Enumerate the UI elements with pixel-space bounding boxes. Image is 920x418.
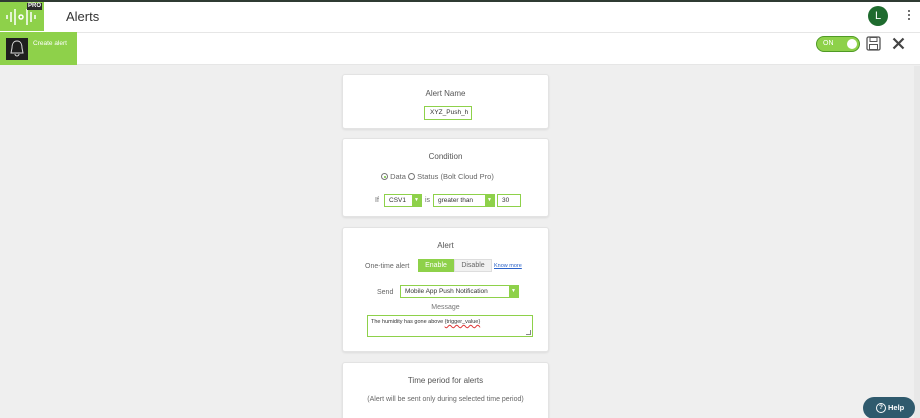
chevron-down-icon: ▼ <box>485 195 494 206</box>
save-icon[interactable] <box>866 36 881 51</box>
if-label: If <box>375 197 379 204</box>
alert-title: Alert <box>437 241 454 250</box>
chevron-down-icon: ▼ <box>509 286 518 297</box>
app-header <box>0 2 920 32</box>
time-period-title: Time period for alerts <box>407 376 484 385</box>
page-title: Alerts <box>66 9 100 24</box>
send-label: Send <box>377 289 394 296</box>
alert-card: Alert One-time alert Enable Disable Know… <box>342 227 549 352</box>
condition-title: Condition <box>428 152 463 161</box>
pro-badge: PRO <box>26 3 42 10</box>
time-period-card: Time period for alerts (Alert will be se… <box>342 362 549 418</box>
know-more-link[interactable]: Know more <box>494 263 522 269</box>
question-icon: ? <box>876 403 886 413</box>
message-text: The humidity has gone above <box>371 319 445 325</box>
variable-select[interactable]: CSV1 ▼ <box>384 194 422 207</box>
user-avatar[interactable]: L <box>868 6 888 26</box>
operator-value: greater than <box>438 197 474 204</box>
condition-card: Condition Data Status (Bolt Cloud Pro) I… <box>342 138 549 217</box>
alert-on-toggle[interactable]: ON <box>816 36 860 52</box>
send-method-select[interactable]: Mobile App Push Notification ▼ <box>400 285 519 298</box>
resize-handle-icon[interactable] <box>526 330 531 335</box>
variable-value: CSV1 <box>389 197 406 204</box>
close-icon[interactable] <box>892 37 905 50</box>
condition-type-radios: Data Status (Bolt Cloud Pro) <box>381 172 494 181</box>
threshold-input[interactable]: 30 <box>497 194 521 207</box>
action-bar <box>0 32 920 65</box>
help-button[interactable]: ? Help <box>863 397 915 418</box>
toggle-knob <box>847 39 857 49</box>
threshold-value: 30 <box>502 197 510 204</box>
operator-select[interactable]: greater than ▼ <box>433 194 495 207</box>
alert-name-input[interactable]: XYZ_Push_h <box>424 106 472 120</box>
enable-button[interactable]: Enable <box>418 259 454 272</box>
message-label: Message <box>431 304 460 311</box>
radio-data-label: Data <box>390 172 406 181</box>
more-options-icon[interactable] <box>908 10 911 22</box>
send-method-value: Mobile App Push Notification <box>405 288 488 295</box>
alert-name-title: Alert Name <box>425 89 466 98</box>
toggle-label: ON <box>823 40 834 47</box>
chevron-down-icon: ▼ <box>412 195 421 206</box>
disable-button[interactable]: Disable <box>454 259 492 272</box>
radio-status-label: Status (Bolt Cloud Pro) <box>417 172 494 181</box>
help-label: Help <box>888 403 905 412</box>
one-time-alert-label: One-time alert <box>365 263 410 270</box>
message-variable: {trigger_value} <box>444 319 481 325</box>
alert-name-card: Alert Name XYZ_Push_h <box>342 74 549 129</box>
message-textarea[interactable]: The humidity has gone above {trigger_val… <box>367 315 533 337</box>
time-period-subtitle: (Alert will be sent only during selected… <box>367 396 524 403</box>
radio-status[interactable] <box>408 173 416 180</box>
condition-row: If CSV1 ▼ is greater than ▼ 30 <box>375 194 555 207</box>
bell-icon <box>6 38 28 60</box>
is-label: is <box>425 197 431 204</box>
create-alert-label: Create alert <box>33 40 67 47</box>
app-logo[interactable]: PRO <box>0 2 44 31</box>
radio-data[interactable] <box>381 173 388 180</box>
create-alert-tab[interactable]: Create alert <box>0 32 77 65</box>
sound-wave-icon <box>6 9 36 25</box>
page-scrollbar[interactable] <box>914 66 920 418</box>
